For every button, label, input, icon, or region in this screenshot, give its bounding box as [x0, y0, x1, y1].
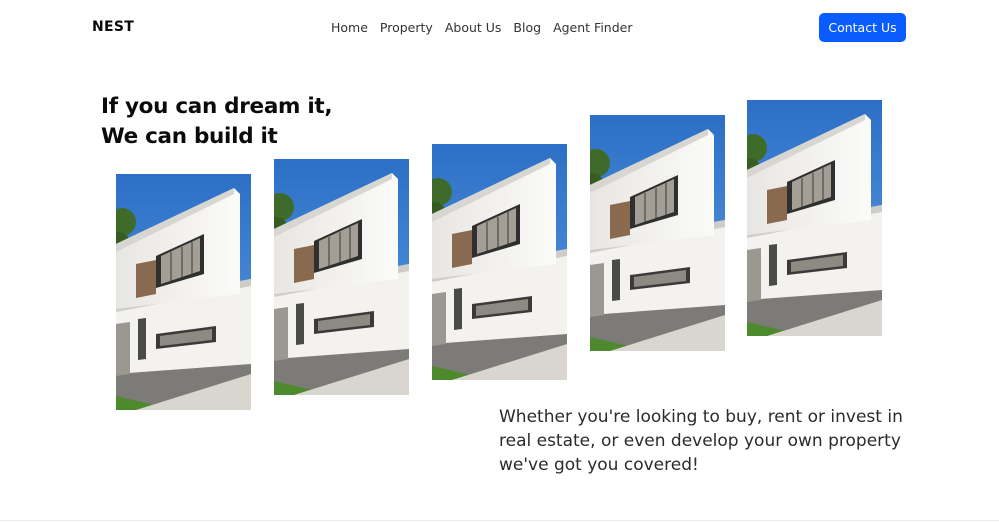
nav-link-about-us[interactable]: About Us [445, 20, 502, 35]
house-photo [116, 174, 251, 410]
house-photo [747, 100, 882, 336]
house-photo [432, 144, 567, 380]
hero-headline-line-1: If you can dream it, [101, 94, 333, 119]
nav-link-property[interactable]: Property [380, 20, 433, 35]
hero-headline-line-2: We can build it [101, 124, 278, 149]
top-nav: NEST Home Property About Us Blog Agent F… [0, 0, 999, 56]
house-photo [590, 115, 725, 351]
nav-link-agent-finder[interactable]: Agent Finder [553, 20, 632, 35]
brand-logo[interactable]: NEST [92, 19, 134, 35]
nav-link-blog[interactable]: Blog [513, 20, 541, 35]
section-divider [0, 520, 999, 521]
house-photo [274, 159, 409, 395]
nav-link-home[interactable]: Home [331, 20, 368, 35]
contact-us-button[interactable]: Contact Us [819, 13, 906, 42]
hero-headline: If you can dream it, We can build it [101, 92, 333, 152]
main-menu: Home Property About Us Blog Agent Finder [331, 20, 632, 35]
hero-tagline: Whether you're looking to buy, rent or i… [499, 407, 903, 475]
